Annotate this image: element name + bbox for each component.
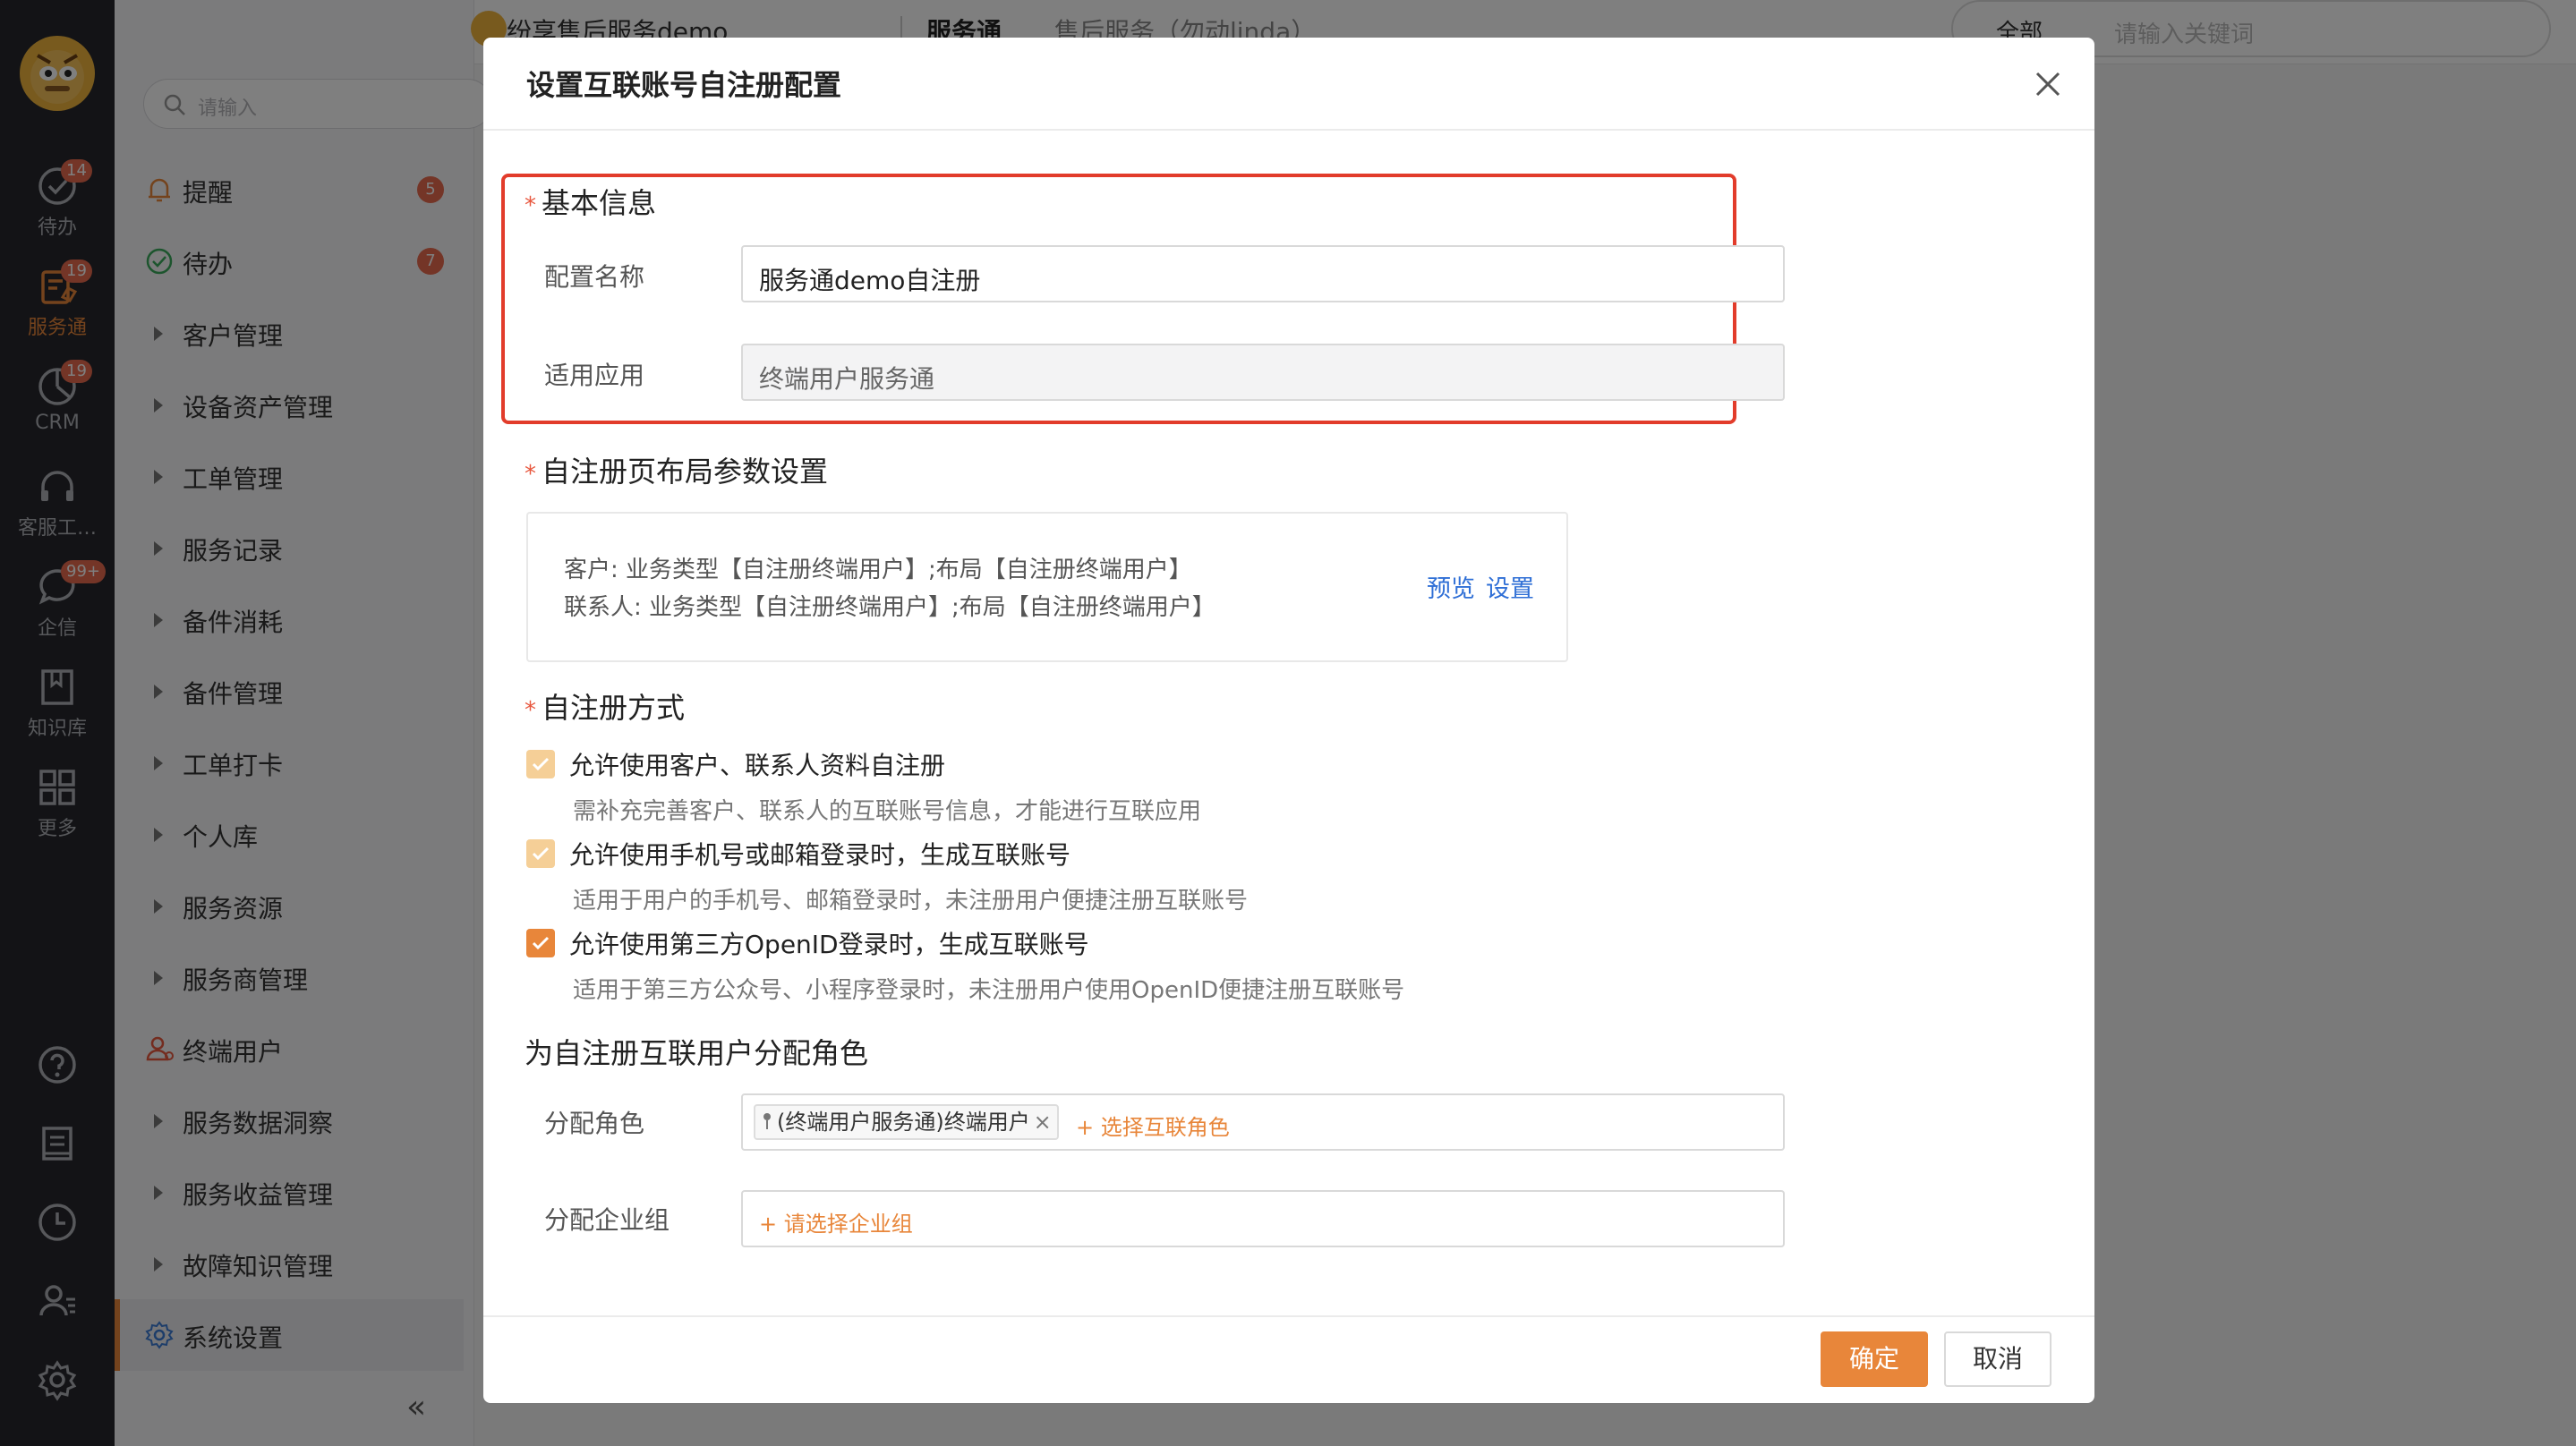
option-profile-checkbox[interactable] bbox=[526, 750, 555, 778]
select-role-link[interactable]: + 选择互联角色 bbox=[1076, 1110, 1230, 1141]
option-phone-email-hint: 适用于用户的手机号、邮箱登录时，未注册用户便捷注册互联账号 bbox=[573, 888, 1249, 914]
cancel-button[interactable]: 取消 bbox=[1944, 1331, 2051, 1387]
self-registration-dialog: 设置互联账号自注册配置 * 基本信息 配置名称 服务通demo自注册 适用应用 终… bbox=[483, 38, 2094, 1403]
app-input: 终端用户服务通 bbox=[741, 344, 1785, 401]
option-phone-email-checkbox[interactable] bbox=[526, 839, 555, 868]
role-tag: (终端用户服务通)终端用户 × bbox=[754, 1104, 1059, 1140]
pin-icon bbox=[763, 1113, 771, 1129]
config-name-value: 服务通demo自注册 bbox=[759, 266, 981, 295]
preview-link[interactable]: 预览 bbox=[1427, 575, 1475, 603]
method-heading: * 自注册方式 bbox=[525, 691, 686, 725]
option-profile-label: 允许使用客户、联系人资料自注册 bbox=[569, 751, 946, 780]
option-profile-hint: 需补充完善客户、联系人的互联账号信息，才能进行互联应用 bbox=[573, 798, 1202, 825]
method-title: 自注册方式 bbox=[542, 691, 686, 725]
config-name-input[interactable]: 服务通demo自注册 bbox=[741, 245, 1785, 302]
role-tag-label: (终端用户服务通)终端用户 bbox=[777, 1110, 1030, 1135]
app-label: 适用应用 bbox=[544, 361, 645, 390]
app-value: 终端用户服务通 bbox=[759, 364, 935, 394]
role-label: 分配角色 bbox=[544, 1109, 645, 1138]
option-phone-email-label: 允许使用手机号或邮箱登录时，生成互联账号 bbox=[569, 840, 1071, 870]
checkmark-icon bbox=[532, 846, 550, 861]
customer-layout-text: 客户: 业务类型【自注册终端用户】;布局【自注册终端用户】 bbox=[564, 557, 1192, 583]
option-openid-checkbox[interactable] bbox=[526, 929, 555, 957]
checkmark-icon bbox=[532, 757, 550, 771]
group-label: 分配企业组 bbox=[544, 1205, 670, 1235]
layout-title: 自注册页布局参数设置 bbox=[542, 455, 829, 489]
settings-link[interactable]: 设置 bbox=[1486, 575, 1534, 603]
dialog-header: 设置互联账号自注册配置 bbox=[483, 38, 2094, 131]
layout-heading: * 自注册页布局参数设置 bbox=[525, 455, 829, 489]
select-group-link[interactable]: + 请选择企业组 bbox=[759, 1206, 913, 1238]
config-name-label: 配置名称 bbox=[544, 262, 645, 292]
contact-layout-text: 联系人: 业务类型【自注册终端用户】;布局【自注册终端用户】 bbox=[564, 594, 1215, 621]
close-icon[interactable] bbox=[2030, 66, 2066, 102]
basic-info-heading: * 基本信息 bbox=[525, 186, 657, 220]
basic-info-title: 基本信息 bbox=[542, 186, 657, 220]
group-select[interactable]: + 请选择企业组 bbox=[741, 1190, 1785, 1247]
confirm-button[interactable]: 确定 bbox=[1821, 1331, 1928, 1387]
dialog-title: 设置互联账号自注册配置 bbox=[526, 68, 842, 102]
layout-params-box: 客户: 业务类型【自注册终端用户】;布局【自注册终端用户】 联系人: 业务类型【… bbox=[526, 512, 1568, 662]
checkmark-icon bbox=[532, 936, 550, 950]
role-select[interactable]: (终端用户服务通)终端用户 × + 选择互联角色 bbox=[741, 1093, 1785, 1151]
dialog-footer: 确定 取消 bbox=[483, 1315, 2094, 1403]
option-openid-label: 允许使用第三方OpenID登录时，生成互联账号 bbox=[569, 930, 1089, 959]
roles-heading: 为自注册互联用户分配角色 bbox=[525, 1036, 869, 1070]
option-openid-hint: 适用于第三方公众号、小程序登录时，未注册用户使用OpenID便捷注册互联账号 bbox=[573, 977, 1405, 1004]
layout-actions: 预览 设置 bbox=[1427, 569, 1545, 604]
remove-tag-icon[interactable]: × bbox=[1034, 1106, 1052, 1138]
